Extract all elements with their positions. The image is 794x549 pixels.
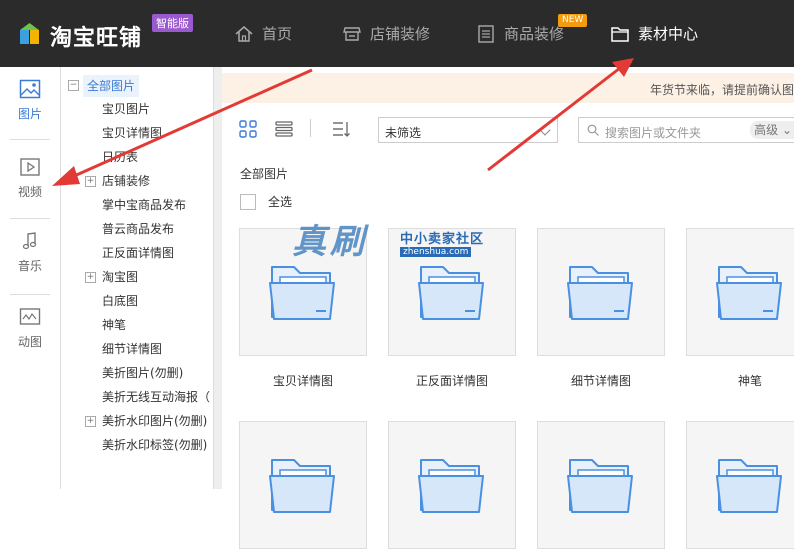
video-icon bbox=[20, 158, 40, 176]
folder-icon bbox=[418, 459, 484, 513]
sidebar-item-music-label: 音乐 bbox=[17, 259, 42, 273]
folder-card-name[interactable]: 细节详情图 bbox=[536, 372, 666, 389]
select-all[interactable]: 全选 bbox=[240, 193, 292, 210]
nav-material-center[interactable]: 素材中心 bbox=[610, 0, 698, 67]
folder-icon bbox=[269, 266, 335, 320]
folder-card-name[interactable]: 宝贝详情图 bbox=[238, 372, 368, 389]
store-icon bbox=[343, 26, 361, 41]
select-all-checkbox[interactable] bbox=[240, 193, 256, 210]
folder-card[interactable] bbox=[686, 421, 794, 549]
nav-home-label: 首页 bbox=[262, 25, 293, 43]
image-icon bbox=[19, 79, 41, 99]
tree-item[interactable]: 日历表 bbox=[102, 146, 138, 168]
nav-store-decor[interactable]: 店铺装修 bbox=[342, 0, 430, 67]
search-icon bbox=[587, 124, 599, 136]
tree-item[interactable]: 美折图片(勿删) bbox=[102, 362, 183, 384]
sidebar-item-music[interactable]: 音乐 bbox=[0, 219, 60, 289]
folder-icon bbox=[567, 459, 633, 513]
tree-item[interactable]: 美折无线互动海报（ bbox=[102, 386, 210, 408]
folder-card[interactable] bbox=[686, 228, 794, 356]
sidebar-item-image[interactable]: 图片 bbox=[0, 67, 60, 137]
music-icon bbox=[22, 232, 37, 250]
folder-card[interactable] bbox=[239, 421, 367, 549]
nav-product-decor[interactable]: 商品装修 NEW bbox=[476, 0, 588, 67]
expand-toggle-icon[interactable]: + bbox=[85, 272, 96, 283]
nav-material-center-label: 素材中心 bbox=[638, 25, 699, 43]
folder-tree: − 全部图片 宝贝图片 宝贝详情图 日历表 + 店铺装修 掌中宝商品发布 普云商… bbox=[61, 67, 213, 489]
advanced-search-toggle[interactable]: 高级 ⌄ bbox=[750, 121, 794, 139]
tree-item[interactable]: 普云商品发布 bbox=[102, 218, 174, 240]
home-icon bbox=[235, 25, 253, 42]
search-placeholder: 搜索图片或文件夹 bbox=[605, 126, 702, 140]
filter-select-value: 未筛选 bbox=[385, 126, 422, 140]
tree-item[interactable]: 淘宝图 bbox=[102, 266, 138, 288]
folder-card[interactable] bbox=[388, 421, 516, 549]
breadcrumb: 全部图片 bbox=[240, 167, 289, 181]
sidebar-item-video-label: 视频 bbox=[17, 185, 42, 199]
folder-card-name[interactable]: 神笔 bbox=[685, 372, 794, 389]
watermark-small-text: 中小卖家社区 bbox=[400, 232, 485, 247]
tree-item[interactable]: 掌中宝商品发布 bbox=[102, 194, 186, 216]
search-input[interactable]: 搜索图片或文件夹 高级 ⌄ bbox=[578, 117, 794, 143]
logo-text: 淘宝旺铺 bbox=[50, 26, 143, 51]
nav-store-decor-label: 店铺装修 bbox=[370, 25, 431, 43]
select-all-label: 全选 bbox=[268, 195, 293, 209]
sidebar-item-gif-label: 动图 bbox=[17, 335, 42, 349]
tree-root-all-images[interactable]: 全部图片 bbox=[83, 75, 140, 97]
tree-item[interactable]: 店铺装修 bbox=[102, 170, 150, 192]
nav-product-decor-label: 商品装修 bbox=[504, 25, 565, 43]
logo-icon bbox=[20, 23, 39, 44]
grid-view-icon[interactable] bbox=[239, 120, 257, 138]
edition-badge: 智能版 bbox=[152, 14, 193, 32]
document-icon bbox=[478, 24, 494, 43]
tree-scrollbar[interactable] bbox=[213, 67, 222, 489]
folder-icon bbox=[716, 459, 782, 513]
filter-select[interactable]: 未筛选 bbox=[378, 117, 558, 143]
main-content: 年货节来临，请提前确认图 未筛选 搜索图片或文件夹 高级 ⌄ 全部图片 全选 宝… bbox=[222, 67, 794, 549]
notice-banner: 年货节来临，请提前确认图 bbox=[222, 73, 794, 103]
list-view-icon[interactable] bbox=[275, 120, 293, 138]
tree-item[interactable]: 细节详情图 bbox=[102, 338, 162, 360]
tree-item[interactable]: 美折水印标签(勿删) bbox=[102, 434, 207, 456]
sidebar-item-image-label: 图片 bbox=[17, 107, 42, 121]
toolbar-divider bbox=[310, 119, 311, 137]
sidebar-divider bbox=[10, 139, 50, 140]
tree-item[interactable]: 宝贝图片 bbox=[102, 98, 150, 120]
folder-card[interactable] bbox=[537, 421, 665, 549]
collapse-toggle-icon[interactable]: − bbox=[68, 80, 79, 91]
chevron-down-icon bbox=[539, 124, 551, 136]
toolbar: 未筛选 搜索图片或文件夹 高级 ⌄ bbox=[222, 117, 794, 143]
folder-card[interactable] bbox=[537, 228, 665, 356]
app-logo[interactable]: 淘宝旺铺 bbox=[18, 18, 168, 51]
media-type-sidebar: 图片 视频 音乐 动图 bbox=[0, 67, 61, 489]
nav-home[interactable]: 首页 bbox=[234, 0, 292, 67]
watermark-big-text: 真刷 bbox=[292, 222, 368, 262]
sort-icon[interactable] bbox=[332, 120, 350, 138]
folder-icon bbox=[269, 459, 335, 513]
watermark-url: zhenshua.com bbox=[400, 247, 472, 257]
folder-icon bbox=[716, 266, 782, 320]
top-bar: 淘宝旺铺 智能版 首页 店铺装修 商品装修 NEW 素材中心 bbox=[0, 0, 794, 67]
folder-icon bbox=[611, 26, 629, 42]
advanced-search-label: 高级 bbox=[754, 123, 779, 137]
tree-item[interactable]: 美折水印图片(勿删) bbox=[102, 410, 207, 432]
expand-toggle-icon[interactable]: + bbox=[85, 416, 96, 427]
tree-item[interactable]: 白底图 bbox=[102, 290, 138, 312]
tree-item[interactable]: 神笔 bbox=[102, 314, 126, 336]
tree-item[interactable]: 正反面详情图 bbox=[102, 242, 174, 264]
folder-icon bbox=[567, 266, 633, 320]
tree-item[interactable]: 宝贝详情图 bbox=[102, 122, 162, 144]
watermark: 真刷 中小卖家社区 zhenshua.com bbox=[292, 214, 512, 264]
gif-icon bbox=[19, 308, 41, 325]
folder-card-name[interactable]: 正反面详情图 bbox=[387, 372, 517, 389]
new-tag: NEW bbox=[558, 14, 588, 27]
expand-toggle-icon[interactable]: + bbox=[85, 176, 96, 187]
sidebar-item-gif[interactable]: 动图 bbox=[0, 295, 60, 365]
sidebar-item-video[interactable]: 视频 bbox=[0, 145, 60, 215]
folder-icon bbox=[418, 266, 484, 320]
notice-text: 年货节来临，请提前确认图 bbox=[649, 83, 794, 97]
